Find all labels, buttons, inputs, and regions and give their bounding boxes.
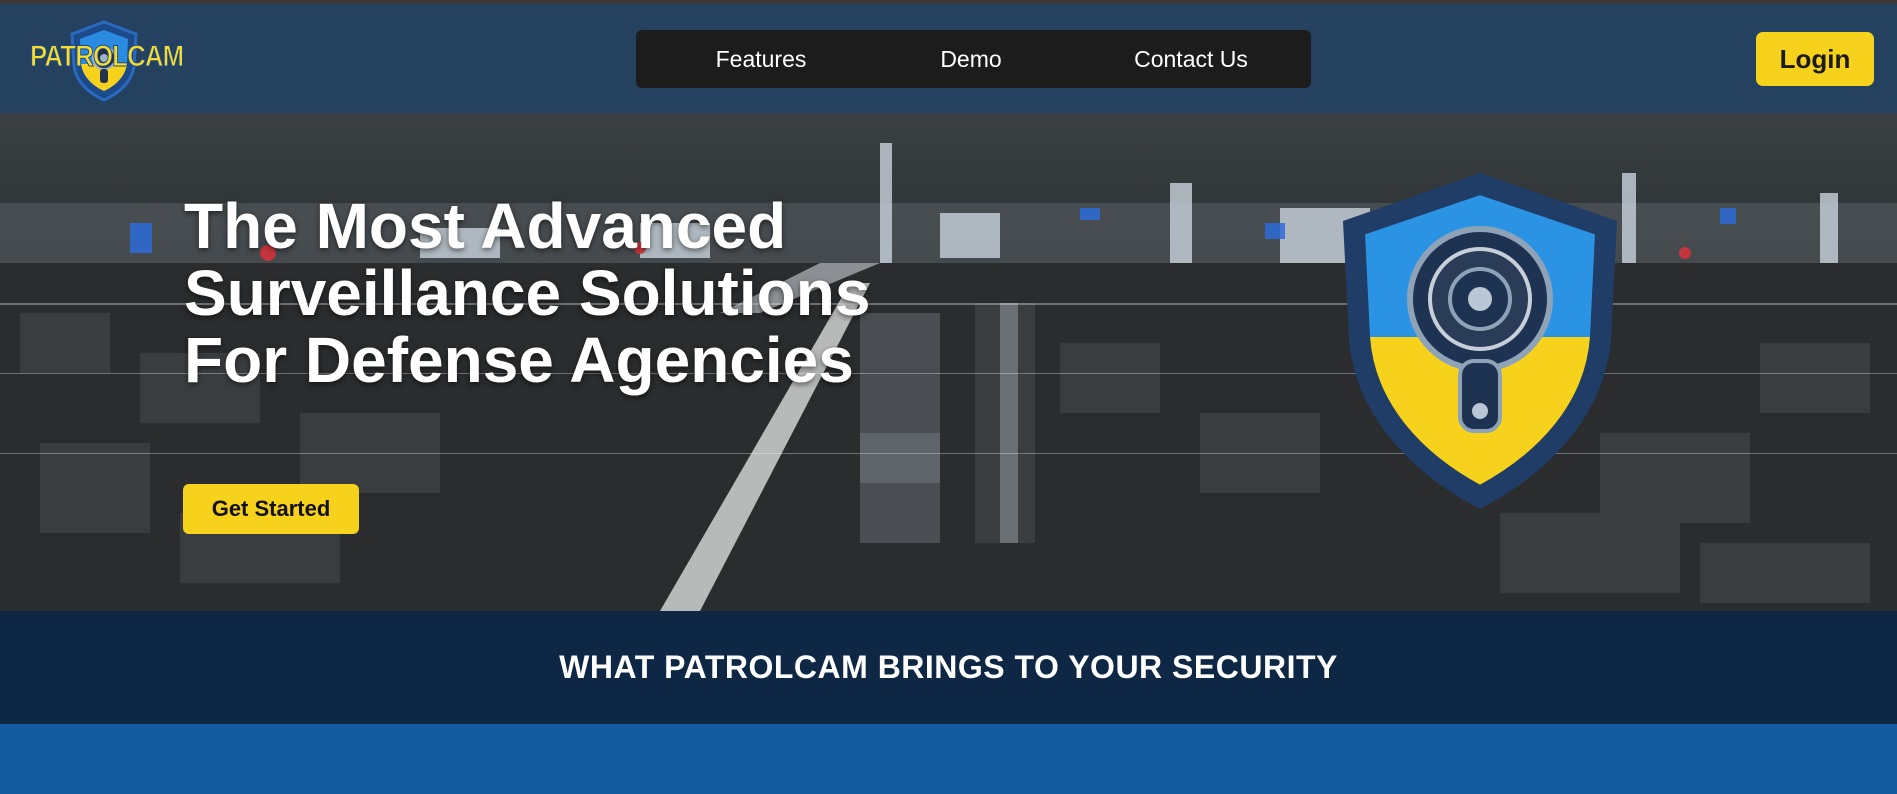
main-nav: Features Demo Contact Us [636, 30, 1311, 88]
hero-title: The Most Advanced Surveillance Solutions… [184, 190, 871, 396]
get-started-button[interactable]: Get Started [183, 484, 359, 534]
logo-text: PATROLCAM [30, 40, 185, 74]
section-title: WHAT PATROLCAM BRINGS TO YOUR SECURITY [559, 649, 1338, 685]
nav-demo[interactable]: Demo [886, 30, 1056, 88]
shield-camera-emblem [1343, 173, 1617, 509]
hero-section: The Most Advanced Surveillance Solutions… [0, 113, 1897, 611]
nav-features[interactable]: Features [676, 30, 846, 88]
login-button[interactable]: Login [1756, 32, 1874, 86]
site-header: PATROLCAM Features Demo Contact Us Login [0, 4, 1897, 113]
nav-contact-us[interactable]: Contact Us [1096, 30, 1286, 88]
brand-logo[interactable]: PATROLCAM [30, 20, 190, 102]
features-content-area [0, 724, 1897, 794]
features-heading-bar: WHAT PATROLCAM BRINGS TO YOUR SECURITY [0, 611, 1897, 724]
